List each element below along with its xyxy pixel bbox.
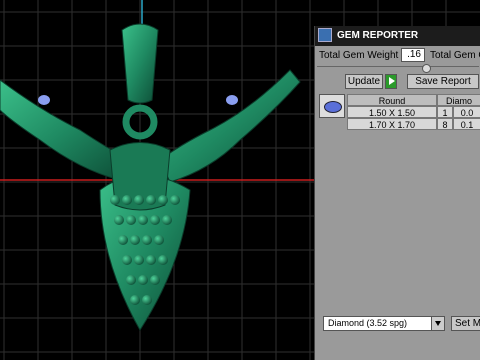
gem-reporter-panel: GEM REPORTER Total Gem Weight .16 Total … — [314, 26, 480, 360]
table-cell-count[interactable]: 8 — [437, 118, 453, 130]
gem-thumbnail[interactable] — [319, 94, 345, 118]
bead — [126, 215, 136, 225]
oval-gem-icon — [324, 101, 342, 113]
bead — [134, 255, 144, 265]
table-cell-weight[interactable]: 0.0 — [453, 106, 480, 118]
bead — [114, 215, 124, 225]
chevron-down-icon[interactable] — [431, 317, 444, 330]
total-weight-row: Total Gem Weight .16 Total Gem C — [315, 48, 480, 64]
bead — [158, 255, 168, 265]
bead — [170, 195, 180, 205]
bead — [150, 275, 160, 285]
gem-table: Round Diamo 1.50 X 1.50 1 0.0 1.70 X 1.7… — [319, 94, 480, 136]
bead — [118, 235, 128, 245]
divider — [317, 66, 479, 67]
material-select[interactable]: Diamond (3.52 spg) — [323, 316, 445, 331]
table-header-round: Round — [347, 94, 437, 106]
table-cell-size[interactable]: 1.70 X 1.70 — [347, 118, 437, 130]
bead — [158, 195, 168, 205]
bead — [146, 195, 156, 205]
total-weight-label: Total Gem Weight — [319, 50, 399, 61]
bead — [110, 195, 120, 205]
set-material-button[interactable]: Set Ma — [451, 316, 480, 331]
total-weight-field[interactable]: .16 — [401, 48, 425, 62]
table-header-diamond: Diamo — [437, 94, 480, 106]
play-button[interactable] — [385, 74, 397, 89]
table-cell-weight[interactable]: 0.1 — [453, 118, 480, 130]
table-cell-count[interactable]: 1 — [437, 106, 453, 118]
bead — [146, 255, 156, 265]
bead — [130, 235, 140, 245]
bead — [162, 215, 172, 225]
bead — [142, 295, 152, 305]
total-gem-label: Total Gem C — [430, 50, 480, 61]
bead — [134, 195, 144, 205]
save-report-button[interactable]: Save Report — [407, 74, 479, 89]
play-icon — [389, 77, 395, 85]
bead — [138, 275, 148, 285]
bead — [154, 235, 164, 245]
panel-title: GEM REPORTER — [337, 30, 419, 41]
material-select-value: Diamond (3.52 spg) — [328, 318, 408, 328]
bead — [150, 215, 160, 225]
gem-reporter-icon — [318, 28, 332, 42]
bead — [122, 255, 132, 265]
panel-header: GEM REPORTER — [315, 26, 480, 46]
update-button[interactable]: Update — [345, 74, 383, 89]
bead — [126, 275, 136, 285]
bead — [142, 235, 152, 245]
resize-handle[interactable] — [422, 64, 431, 73]
bead — [138, 215, 148, 225]
bead — [130, 295, 140, 305]
bead — [122, 195, 132, 205]
table-cell-size[interactable]: 1.50 X 1.50 — [347, 106, 437, 118]
